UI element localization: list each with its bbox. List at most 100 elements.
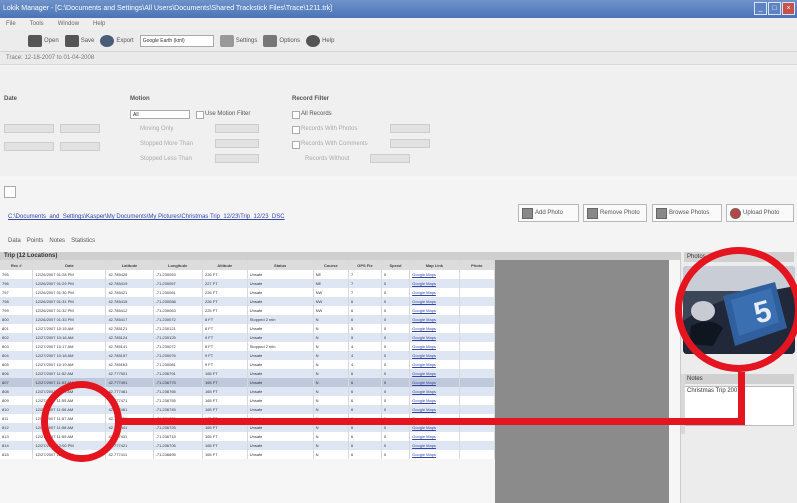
record-value-2[interactable] <box>390 139 430 148</box>
table-row[interactable]: 804 12/27/2007 10:18 AM 42.785157 -71.23007… <box>0 351 496 360</box>
map-link[interactable]: Google Maps <box>412 335 436 340</box>
table-cell: 805 <box>0 360 34 369</box>
motion-filter-checkbox[interactable] <box>196 111 204 119</box>
open-button[interactable]: Open <box>28 34 59 47</box>
column-header[interactable]: Map Link <box>409 260 460 270</box>
map-link[interactable]: Google Maps <box>412 308 436 313</box>
save-button[interactable]: Save <box>64 34 94 47</box>
tab-data[interactable]: Data <box>8 238 21 244</box>
table-cell: Unsafe <box>247 324 314 333</box>
map-link[interactable]: Google Maps <box>412 425 436 430</box>
column-header[interactable]: Date <box>32 260 107 270</box>
tab-notes[interactable]: Notes <box>49 238 65 244</box>
table-cell: Google Maps <box>409 450 460 459</box>
table-row[interactable]: 802 12/27/2007 10:16 AM 42.785124 -71.23012… <box>0 333 496 342</box>
motion-value-1[interactable] <box>215 124 259 133</box>
table-row[interactable]: 796 12/26/2007 01:29 PM 42.785419 -71.23005… <box>0 279 496 288</box>
table-row[interactable]: 806 12/27/2007 11:52 AM 42.777501 -71.23679… <box>0 369 496 378</box>
motion-value-3[interactable] <box>215 154 259 163</box>
table-cell: Unsafe <box>247 297 314 306</box>
table-row[interactable]: 800 12/26/2007 01:33 PM 42.785417 -71.23007… <box>0 315 496 324</box>
table-cell: -71.230072 <box>153 342 203 351</box>
map-link[interactable]: Google Maps <box>412 389 436 394</box>
column-header[interactable]: Rec # <box>0 260 34 270</box>
menu-tools[interactable]: Tools <box>30 18 44 30</box>
map-link[interactable]: Google Maps <box>412 290 436 295</box>
map-link[interactable]: Google Maps <box>412 362 436 367</box>
table-cell: 226 FT <box>202 297 248 306</box>
column-header[interactable]: GPS Fix <box>348 260 382 270</box>
tab-statistics[interactable]: Statistics <box>71 238 95 244</box>
photo-folder-path[interactable]: C:\Documents_and_Settings\Kasper\My Docu… <box>8 214 285 220</box>
minimize-button[interactable]: _ <box>754 2 767 15</box>
table-row[interactable]: 795 12/26/2007 01:28 PM 42.785426 -71.23005… <box>0 270 496 279</box>
upload-photo-button[interactable]: Upload Photo <box>726 204 794 222</box>
tab-points[interactable]: Points <box>27 238 44 244</box>
breadcrumb: Trace: 12-18-2007 to 01-04-2008 <box>0 52 797 65</box>
map-link[interactable]: Google Maps <box>412 299 436 304</box>
column-header[interactable]: Speed <box>381 260 411 270</box>
menu-window[interactable]: Window <box>58 18 79 30</box>
map-link[interactable]: Google Maps <box>412 317 436 322</box>
record-value-3[interactable] <box>370 154 410 163</box>
table-cell: 42.777491 <box>105 378 154 387</box>
map-link[interactable]: Google Maps <box>412 344 436 349</box>
table-cell: 165 FT <box>202 405 248 414</box>
table-cell: 0 <box>381 396 411 405</box>
menu-help[interactable]: Help <box>93 18 105 30</box>
table-row[interactable]: 803 12/27/2007 10:17 AM 42.785141 -71.23007… <box>0 342 496 351</box>
maximize-button[interactable]: □ <box>768 2 781 15</box>
map-link[interactable]: Google Maps <box>412 434 436 439</box>
date-from-time[interactable] <box>60 124 100 133</box>
map-link[interactable]: Google Maps <box>412 272 436 277</box>
export-format-select[interactable]: Google Earth (kml) <box>139 34 214 47</box>
export-button[interactable]: Export <box>100 34 134 47</box>
table-cell: 4 <box>348 360 382 369</box>
map-link[interactable]: Google Maps <box>412 407 436 412</box>
motion-value-2[interactable] <box>215 139 259 148</box>
table-row[interactable]: 801 12/27/2007 10:15 AM 42.785121 -71.23012… <box>0 324 496 333</box>
date-from-field[interactable] <box>4 124 54 133</box>
map-link[interactable]: Google Maps <box>412 398 436 403</box>
options-button[interactable]: Options <box>263 34 300 47</box>
table-cell: 798 <box>0 297 34 306</box>
column-header[interactable]: Photo <box>459 260 496 270</box>
column-header[interactable]: Latitude <box>105 260 154 270</box>
table-row[interactable]: 799 12/26/2007 01:32 PM 42.785412 -71.23006… <box>0 306 496 315</box>
table-row[interactable]: 798 12/26/2007 01:31 PM 42.785415 -71.23005… <box>0 297 496 306</box>
map-link[interactable]: Google Maps <box>412 326 436 331</box>
map-link[interactable]: Google Maps <box>412 452 436 457</box>
record-value-1[interactable] <box>390 124 430 133</box>
browse-photos-button[interactable]: Browse Photos <box>652 204 722 222</box>
map-link[interactable]: Google Maps <box>412 353 436 358</box>
map-link[interactable]: Google Maps <box>412 281 436 286</box>
all-records-radio[interactable] <box>292 111 300 119</box>
column-header[interactable]: Course <box>313 260 349 270</box>
map-link[interactable]: Google Maps <box>412 380 436 385</box>
splitter-handle[interactable] <box>681 374 685 434</box>
map-link[interactable]: Google Maps <box>412 443 436 448</box>
table-cell: 12/27/2007 10:15 AM <box>32 324 107 333</box>
help-button[interactable]: Help <box>306 34 334 47</box>
map-link[interactable]: Google Maps <box>412 371 436 376</box>
table-cell: 165 FT <box>202 396 248 405</box>
table-row[interactable]: 797 12/26/2007 01:30 PM 42.785421 -71.23006… <box>0 288 496 297</box>
table-cell: Unsafe <box>247 306 314 315</box>
add-photo-button[interactable]: Add Photo <box>518 204 579 222</box>
table-row[interactable]: 805 12/27/2007 10:19 AM 42.785163 -71.23008… <box>0 360 496 369</box>
column-header[interactable]: Longitude <box>153 260 203 270</box>
table-cell: Unsafe <box>247 405 314 414</box>
menu-file[interactable]: File <box>6 18 16 30</box>
table-cell: Google Maps <box>409 279 460 288</box>
refresh-button[interactable] <box>4 186 16 198</box>
column-header[interactable]: Altitude <box>202 260 248 270</box>
date-to-field[interactable] <box>4 142 54 151</box>
close-button[interactable]: × <box>782 2 795 15</box>
column-header[interactable]: Status <box>247 260 314 270</box>
photos-checkbox[interactable] <box>292 126 300 134</box>
date-to-time[interactable] <box>60 142 100 151</box>
motion-select[interactable]: All <box>130 110 190 119</box>
comments-checkbox[interactable] <box>292 141 300 149</box>
settings-button[interactable]: Settings <box>219 34 257 47</box>
remove-photo-button[interactable]: Remove Photo <box>583 204 647 222</box>
